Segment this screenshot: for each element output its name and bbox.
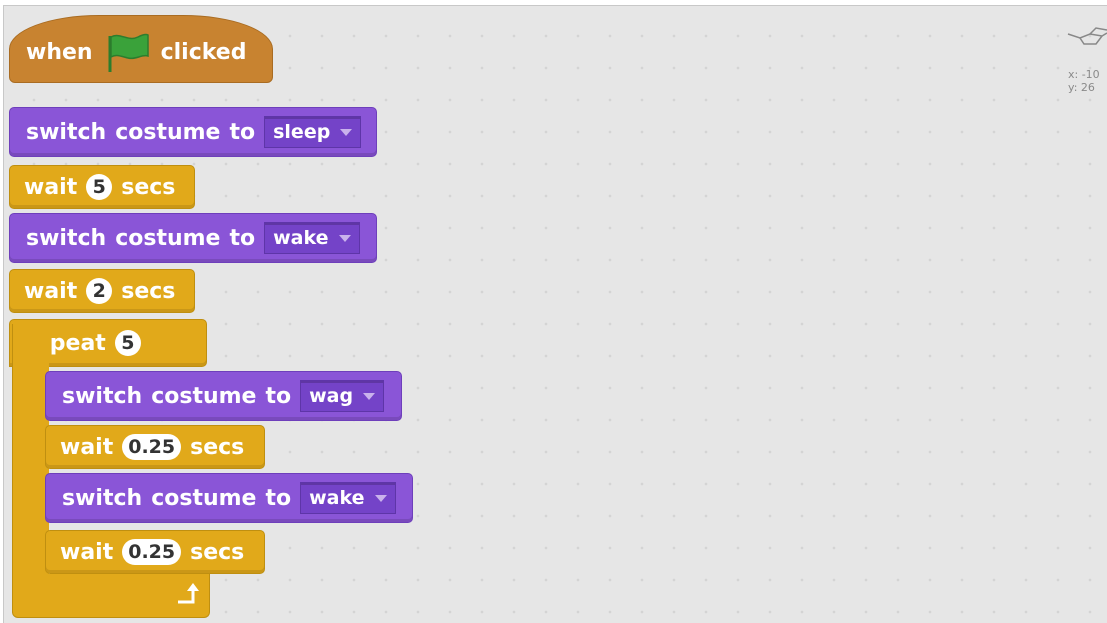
wait-block[interactable]: wait 5 secs: [9, 165, 195, 209]
sprite-y-coordinate: y: 26: [1068, 81, 1095, 94]
dropdown-arrow-icon: [340, 128, 353, 136]
switch-costume-block[interactable]: switch costume to wake: [9, 213, 377, 263]
block-word: costume: [151, 485, 257, 511]
wait-block[interactable]: wait 0.25 secs: [45, 530, 265, 574]
dropdown-arrow-icon: [338, 234, 351, 242]
script-area[interactable]: when clicked switch costume to sleep wai…: [3, 5, 1107, 623]
repeat-block-arm: [12, 324, 49, 574]
loop-arrow-icon: [175, 580, 201, 608]
costume-dropdown[interactable]: wake: [300, 482, 396, 514]
when-label: when: [26, 39, 93, 65]
costume-dropdown-value: sleep: [273, 121, 331, 143]
block-word: costume: [151, 383, 257, 409]
dropdown-arrow-icon: [363, 392, 376, 400]
dropdown-arrow-icon: [374, 494, 387, 502]
costume-dropdown[interactable]: sleep: [264, 116, 362, 148]
wait-label: wait: [60, 434, 114, 460]
secs-label: secs: [190, 434, 245, 460]
secs-label: secs: [121, 174, 176, 200]
wait-label: wait: [60, 539, 114, 565]
wait-block[interactable]: wait 0.25 secs: [45, 425, 265, 469]
costume-dropdown-value: wag: [309, 385, 354, 407]
block-word: costume: [115, 119, 221, 145]
costume-dropdown-value: wake: [309, 487, 365, 509]
block-word: switch: [26, 119, 107, 145]
sprite-coordinates: x: -10 y: 26: [1068, 68, 1100, 94]
block-word: to: [265, 383, 292, 409]
costume-dropdown[interactable]: wag: [300, 380, 385, 412]
block-word: to: [229, 119, 256, 145]
switch-costume-block[interactable]: switch costume to sleep: [9, 107, 377, 157]
repeat-block-foot: [12, 574, 210, 618]
block-word: switch: [26, 225, 107, 251]
wait-block[interactable]: wait 2 secs: [9, 269, 195, 313]
wait-label: wait: [24, 278, 78, 304]
block-word: to: [265, 485, 292, 511]
secs-label: secs: [190, 539, 245, 565]
wait-seconds-input[interactable]: 2: [86, 278, 113, 304]
switch-costume-block[interactable]: switch costume to wag: [45, 371, 402, 421]
repeat-count-input[interactable]: 5: [114, 330, 141, 356]
clicked-label: clicked: [160, 39, 247, 65]
block-word: costume: [115, 225, 221, 251]
block-word: switch: [62, 383, 143, 409]
sprite-thumbnail-icon: [1067, 27, 1107, 45]
block-word: to: [229, 225, 256, 251]
when-flag-clicked-block[interactable]: when clicked: [9, 15, 273, 83]
sprite-x-coordinate: x: -10: [1068, 68, 1100, 81]
wait-seconds-input[interactable]: 0.25: [122, 434, 182, 460]
costume-dropdown-value: wake: [273, 227, 329, 249]
wait-label: wait: [24, 174, 78, 200]
green-flag-icon: [102, 30, 152, 74]
costume-dropdown[interactable]: wake: [264, 222, 360, 254]
wait-seconds-input[interactable]: 0.25: [122, 539, 182, 565]
secs-label: secs: [121, 278, 176, 304]
block-word: switch: [62, 485, 143, 511]
wait-seconds-input[interactable]: 5: [86, 174, 113, 200]
switch-costume-block[interactable]: switch costume to wake: [45, 473, 413, 523]
